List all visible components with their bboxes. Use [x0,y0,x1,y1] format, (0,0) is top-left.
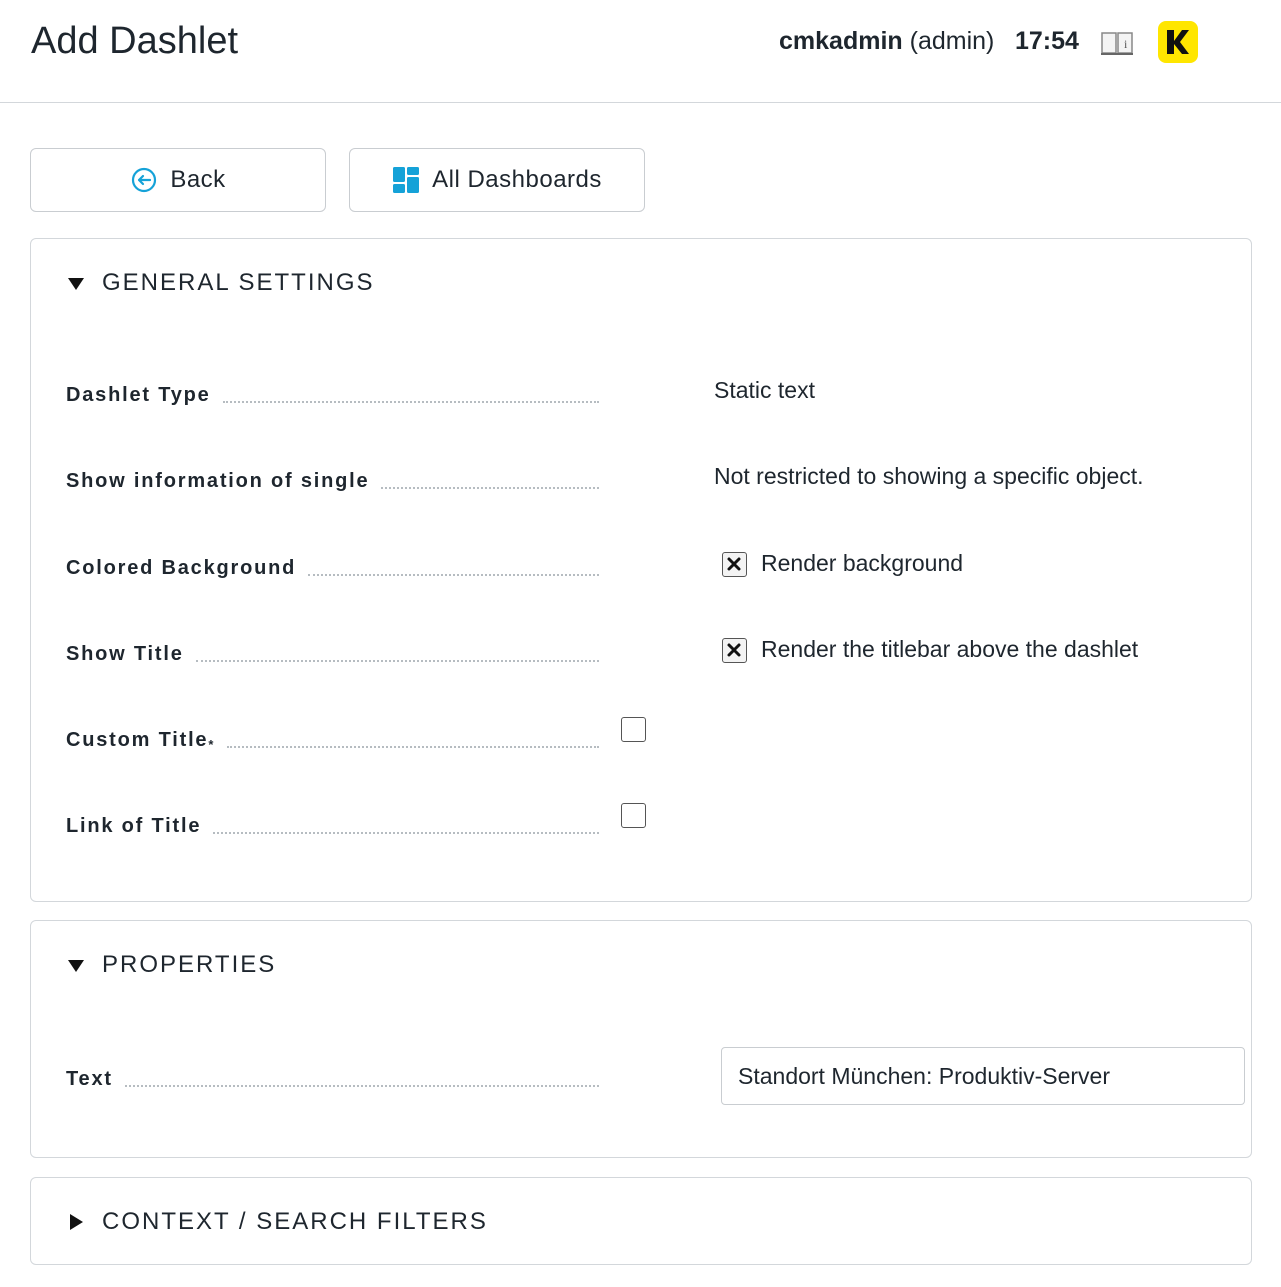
single-object-row: Show information of single Not restricte… [66,463,1246,503]
render-titlebar-label[interactable]: Render the titlebar above the dashlet [761,636,1138,663]
single-object-value: Not restricted to showing a specific obj… [714,463,1144,489]
dashlet-type-label: Dashlet Type [66,377,599,407]
show-title-label: Show Title [66,636,599,666]
context-filters-toggle[interactable]: CONTEXT / SEARCH FILTERS [66,1208,488,1236]
general-settings-section: GENERAL SETTINGS Dashlet Type Static tex… [30,238,1252,902]
triangle-down-icon [68,960,84,972]
top-bar: Add Dashlet cmkadmin (admin) 17:54 i [0,0,1281,103]
custom-title-row: Custom Title * [66,717,1246,762]
book-icon[interactable]: i [1100,28,1134,56]
user-name: cmkadmin [779,27,903,55]
clock: 17:54 [1015,27,1079,55]
text-input-value: Standort München: Produktiv-Server [738,1062,1111,1089]
user-role: (admin) [909,27,995,55]
general-settings-toggle[interactable]: GENERAL SETTINGS [66,269,375,297]
dashlet-type-value: Static text [714,377,815,403]
properties-toggle[interactable]: PROPERTIES [66,951,276,979]
back-button[interactable]: Back [30,148,326,212]
colored-background-label: Colored Background [66,550,599,580]
render-background-checkbox[interactable] [722,552,747,577]
custom-title-checkbox[interactable] [621,717,646,742]
text-label: Text [66,1061,599,1091]
render-background-label[interactable]: Render background [761,550,963,577]
dashlet-type-row: Dashlet Type Static text [66,377,1246,417]
all-dashboards-label: All Dashboards [432,166,602,193]
show-title-row: Show Title Render the titlebar above the… [66,636,1246,676]
custom-title-label: Custom Title * [66,722,599,752]
colored-background-row: Colored Background Render background [66,550,1246,590]
link-title-label: Link of Title [66,808,599,838]
properties-section: PROPERTIES Text Standort München: Produk… [30,920,1252,1158]
context-filters-section: CONTEXT / SEARCH FILTERS [30,1177,1252,1265]
single-object-label: Show information of single [66,463,599,493]
checkmk-logo[interactable] [1158,21,1198,63]
context-filters-heading: CONTEXT / SEARCH FILTERS [102,1208,488,1235]
link-title-checkbox[interactable] [621,803,646,828]
general-settings-heading: GENERAL SETTINGS [102,269,375,296]
custom-title-marker: * [208,737,216,752]
properties-heading: PROPERTIES [102,951,277,978]
text-input[interactable]: Standort München: Produktiv-Server [721,1047,1245,1105]
user-info[interactable]: cmkadmin (admin) [779,27,994,56]
triangle-right-icon [70,1214,83,1230]
all-dashboards-button[interactable]: All Dashboards [349,148,645,212]
back-label: Back [170,166,226,193]
page-title: Add Dashlet [31,20,239,62]
triangle-down-icon [68,278,84,290]
arrow-left-circle-icon [132,167,157,193]
render-titlebar-checkbox[interactable] [722,638,747,663]
dashboards-icon [393,167,420,193]
link-title-row: Link of Title [66,803,1246,848]
